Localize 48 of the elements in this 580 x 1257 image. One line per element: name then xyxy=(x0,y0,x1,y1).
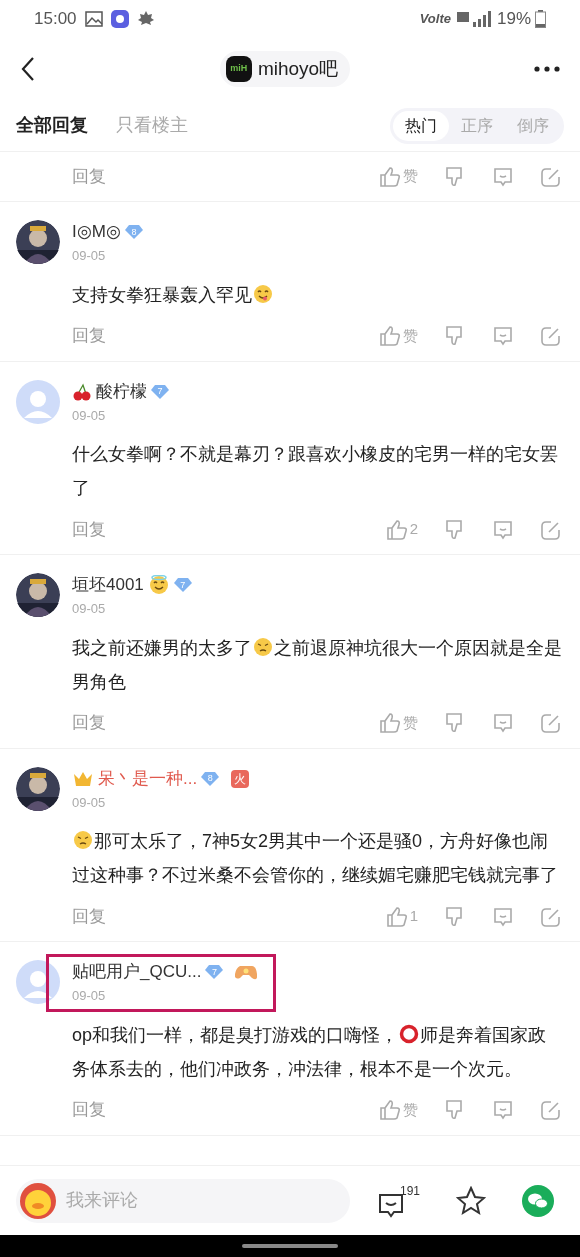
comment-text: 什么女拳啊？不就是幕刃？跟喜欢小橡皮的宅男一样的宅女罢了 xyxy=(72,443,559,500)
comment-text: 那可太乐了，7神5女2男其中一个还是骚0，方舟好像也闹过这种事？不过米桑不会管你的，继续媚宅赚肥宅钱就完事了 xyxy=(72,829,559,887)
reply-link[interactable]: 回复 xyxy=(72,1097,106,1123)
fire-badge: 火 xyxy=(231,769,250,788)
filter-tab[interactable]: 只看楼主 xyxy=(116,112,188,139)
reply-link[interactable]: 回复 xyxy=(72,710,106,736)
comments-button[interactable]: 191 xyxy=(375,1181,420,1220)
level-badge: 8 xyxy=(201,770,220,787)
like-button[interactable]: 赞 xyxy=(379,1098,418,1122)
comment-text: op和我们一样，都是臭打游戏的口嗨怪， 师是奔着国家政务体系去的，他们冲政务，冲法律，根本不是一个次元。 xyxy=(72,1022,548,1081)
sort-tab[interactable]: 正序 xyxy=(449,110,505,141)
forum-title: mihoyo吧 xyxy=(257,56,339,81)
comment-text: 我之前还嫌男的太多了 之前退原神坑很大一个原因就是全是男角色 xyxy=(72,635,563,694)
like-button[interactable]: 赞 xyxy=(379,711,418,735)
level-badge: 7 xyxy=(151,383,169,400)
username[interactable]: 酸柠檬 xyxy=(96,378,147,405)
sort-tab[interactable]: 热门 xyxy=(393,110,449,141)
post-date: 09-05 xyxy=(72,793,107,812)
like-button[interactable]: 赞 xyxy=(379,324,418,348)
level-badge: 7 xyxy=(173,577,192,593)
comment-input[interactable]: 我来评论 xyxy=(16,1178,350,1223)
post-date: 09-05 xyxy=(72,406,107,425)
network-label: Volte xyxy=(419,10,451,29)
battery-percent: 19% xyxy=(496,8,531,31)
username[interactable]: I◎M◎ xyxy=(72,219,121,245)
comment-count: 191 xyxy=(399,1182,420,1200)
username[interactable]: 呆丶是一种... xyxy=(98,765,198,792)
like-button[interactable]: 1 xyxy=(385,905,418,928)
reply-link[interactable]: 回复 xyxy=(72,323,106,349)
sort-tab[interactable]: 倒序 xyxy=(505,110,561,141)
forum-chip[interactable]: miH mihoyo吧 xyxy=(219,50,351,88)
username[interactable]: 垣坯4001 xyxy=(72,572,144,598)
comment-text: 支持女拳狂暴轰入罕见 xyxy=(72,277,564,312)
reply-link[interactable]: 回复 xyxy=(72,163,106,190)
level-badge: 7 xyxy=(205,964,224,980)
reply-link[interactable]: 回复 xyxy=(72,516,106,543)
like-button[interactable]: 赞 xyxy=(379,165,418,188)
status-time: 15:00 xyxy=(34,8,77,31)
like-button[interactable]: 2 xyxy=(385,518,418,541)
forum-logo: miH xyxy=(225,56,252,82)
username[interactable]: 贴吧用户_QCU... xyxy=(72,959,202,985)
post-date: 09-05 xyxy=(72,987,107,1005)
post-date: 09-05 xyxy=(72,247,107,265)
comment-field: 我来评论 xyxy=(66,1187,266,1214)
filter-tab[interactable]: 全部回复 xyxy=(16,112,88,139)
reply-link[interactable]: 回复 xyxy=(72,903,106,930)
level-badge: 8 xyxy=(124,224,143,240)
post-date: 09-05 xyxy=(72,600,107,618)
